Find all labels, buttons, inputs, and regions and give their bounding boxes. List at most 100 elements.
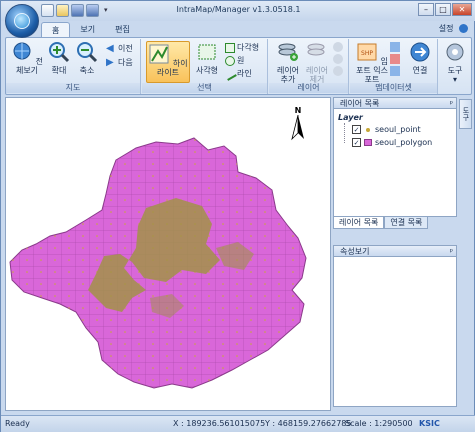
layer-up-icon xyxy=(333,42,343,52)
layer-panel-header: 레이어 목록 ᵖ xyxy=(333,97,457,109)
full-view-button[interactable]: 전체보기 xyxy=(10,41,44,75)
checkbox[interactable]: ✓ xyxy=(352,138,361,147)
tree-line xyxy=(344,123,345,143)
tools-button[interactable]: 도구 ▾ xyxy=(441,41,469,84)
layer-name: seoul_point xyxy=(375,125,421,134)
layer-tree: Layer ✓ seoul_point ✓ seoul_polygon xyxy=(333,109,457,217)
checkbox[interactable]: ✓ xyxy=(352,125,361,134)
north-arrow: N xyxy=(290,106,306,143)
status-scale: Scale : 1:290500 xyxy=(345,419,413,428)
pin-icon[interactable]: ᵖ xyxy=(450,246,453,257)
import-export-button[interactable]: SHP 임포트 익스포트 xyxy=(354,41,390,84)
mapdataset-group: SHP 임포트 익스포트 연결 맵데이터셋 xyxy=(350,39,438,94)
right-panel: 레이어 목록 ᵖ Layer ✓ seoul_point ✓ seoul_pol… xyxy=(333,97,457,411)
minimize-button[interactable]: – xyxy=(418,3,434,16)
polygon-select-button[interactable]: 다각형 xyxy=(225,42,259,53)
layer-props-icon xyxy=(333,66,343,76)
tab-home[interactable]: 홈 xyxy=(41,22,71,37)
settings-label: 설정 xyxy=(438,24,454,33)
line-select-button[interactable]: 라인 xyxy=(223,66,252,81)
highlight-button[interactable]: 하이라이트 xyxy=(146,41,190,83)
property-panel-title: 속성보기 xyxy=(340,247,370,256)
zoom-out-icon xyxy=(77,42,98,63)
maximize-button[interactable]: □ xyxy=(435,3,451,16)
property-panel: 속성보기 ᵖ xyxy=(333,245,457,411)
circle-label: 원 xyxy=(237,56,245,65)
help-icon[interactable] xyxy=(459,24,468,33)
app-menu-button[interactable] xyxy=(5,4,39,38)
mapdataset-group-label: 맵데이터셋 xyxy=(350,83,437,93)
status-y-coord: Y : 468159.27662785 xyxy=(265,419,352,428)
tools-icon xyxy=(446,43,464,61)
add-layer-button[interactable]: 레이어 추가 xyxy=(273,41,303,84)
select-group-label: 선택 xyxy=(142,83,267,93)
layer-group-label: 레이어 xyxy=(269,83,348,93)
connect-button[interactable]: 연결 xyxy=(406,41,434,75)
status-bar: Ready X : 189236.561015075 Y : 468159.27… xyxy=(1,415,475,432)
property-panel-header: 속성보기 ᵖ xyxy=(333,245,457,257)
prev-button[interactable]: ◀ 이전 xyxy=(106,43,133,54)
layer-root[interactable]: Layer xyxy=(338,113,363,122)
globe-search-icon xyxy=(13,42,31,60)
title-bar: ▾ IntraMap/Manager v1.3.0518.1 – □ ✕ xyxy=(1,1,475,21)
window-title: IntraMap/Manager v1.3.0518.1 xyxy=(176,5,301,14)
circle-icon xyxy=(225,55,235,66)
chevron-down-icon: ▾ xyxy=(452,75,457,84)
north-arrow-icon xyxy=(291,114,304,141)
settings-menu[interactable]: 설정 xyxy=(439,23,468,34)
close-button[interactable]: ✕ xyxy=(452,3,472,16)
dataset-icon-1 xyxy=(390,42,400,52)
tab-edit[interactable]: 편집 xyxy=(105,22,140,37)
polygon-label: 다각형 xyxy=(237,43,260,52)
zoom-out-button[interactable]: 축소 xyxy=(74,41,100,75)
circle-select-button[interactable]: 원 xyxy=(225,55,244,66)
globe-icon xyxy=(14,13,30,29)
panel-tabs: 레이어 목록 연결 목록 xyxy=(333,217,457,229)
add-layer-icon xyxy=(278,43,298,61)
ribbon: 전체보기 확대 축소 ◀ 이전 ▶ 다음 지도 하이라이트 사각형 다각형 원 … xyxy=(5,37,472,95)
remove-layer-button[interactable]: 레이어 제거 xyxy=(303,41,331,84)
dataset-tools-button[interactable] xyxy=(390,42,400,76)
tools-side-tab[interactable]: 도구 xyxy=(459,99,472,129)
property-body xyxy=(333,257,457,407)
status-x-coord: X : 189236.561015075 xyxy=(173,419,266,428)
line-icon xyxy=(223,66,237,81)
layer-options-button[interactable] xyxy=(333,42,343,76)
tab-connection-list[interactable]: 연결 목록 xyxy=(384,217,429,229)
status-ready: Ready xyxy=(5,419,30,428)
connect-label: 연결 xyxy=(412,66,428,75)
layer-item-seoul-polygon[interactable]: ✓ seoul_polygon xyxy=(352,138,432,147)
window-controls: – □ ✕ xyxy=(418,3,472,16)
zoom-in-icon xyxy=(49,42,70,63)
layer-panel-title: 레이어 목록 xyxy=(340,99,380,108)
rectangle-label: 사각형 xyxy=(195,66,219,75)
pin-icon[interactable]: ᵖ xyxy=(450,98,453,109)
app-window: ▾ IntraMap/Manager v1.3.0518.1 – □ ✕ 홈 보… xyxy=(0,0,475,432)
status-logo: KSIC xyxy=(419,419,440,428)
layer-item-seoul-point[interactable]: ✓ seoul_point xyxy=(352,125,421,134)
highlight-icon xyxy=(149,44,169,64)
arrow-right-icon: ▶ xyxy=(106,56,114,68)
zoom-in-button[interactable]: 확대 xyxy=(46,41,72,75)
map-group: 전체보기 확대 축소 ◀ 이전 ▶ 다음 지도 xyxy=(6,39,141,94)
dataset-icon-2 xyxy=(390,54,400,64)
shp-file-icon: SHP xyxy=(357,43,377,61)
rectangle-select-button[interactable]: 사각형 xyxy=(193,41,221,75)
next-button[interactable]: ▶ 다음 xyxy=(106,57,133,68)
tools-label: 도구 xyxy=(447,66,463,75)
arrow-left-icon: ◀ xyxy=(106,42,114,54)
dataset-icon-3 xyxy=(390,66,400,76)
layer-group: 레이어 추가 레이어 제거 레이어 xyxy=(269,39,349,94)
tab-view[interactable]: 보기 xyxy=(70,22,105,37)
map-group-label: 지도 xyxy=(6,83,140,93)
tab-layer-list[interactable]: 레이어 목록 xyxy=(333,217,385,229)
remove-layer-label: 레이어 제거 xyxy=(305,66,329,84)
line-label: 라인 xyxy=(237,69,252,78)
svg-text:SHP: SHP xyxy=(361,50,373,57)
map-canvas[interactable]: N xyxy=(5,97,331,411)
ribbon-tabs: 홈 보기 편집 xyxy=(41,22,140,37)
zoom-in-label: 확대 xyxy=(51,66,67,75)
polygon-symbol-icon xyxy=(364,139,372,146)
layer-down-icon xyxy=(333,54,343,64)
add-layer-label: 레이어 추가 xyxy=(276,66,300,84)
